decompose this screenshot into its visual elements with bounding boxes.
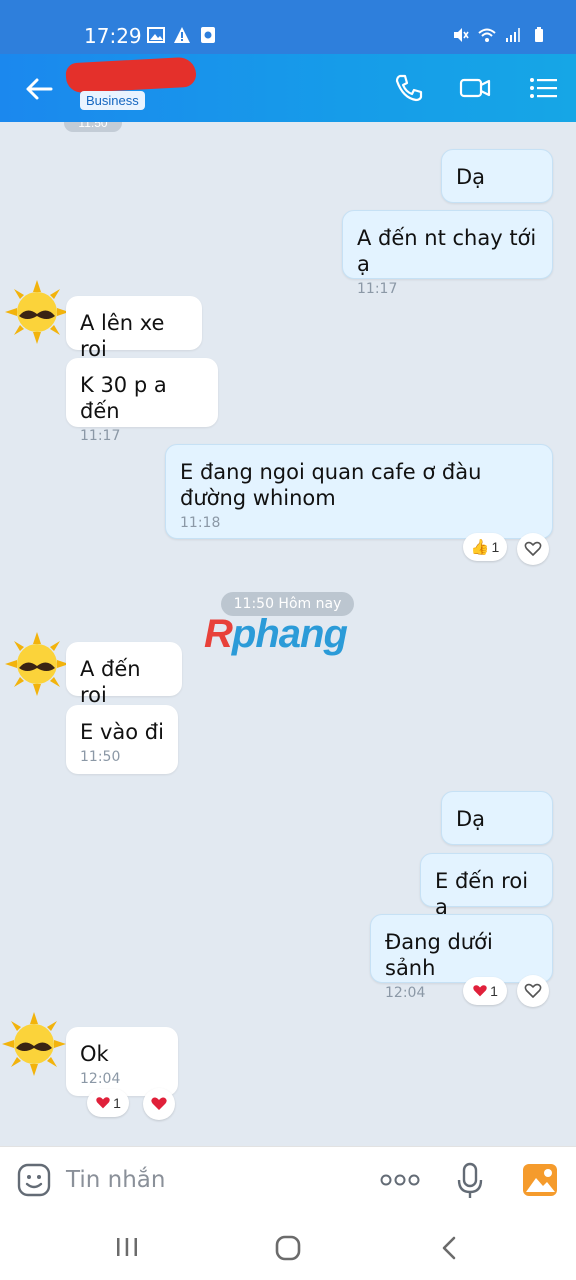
business-badge: Business (80, 91, 145, 110)
sun-mustache-avatar[interactable] (5, 280, 69, 344)
heart-icon (151, 1097, 167, 1110)
message-bubble-outgoing[interactable]: E đang ngoi quan cafe ơ đàu đường whinom… (165, 444, 553, 539)
message-bubble-outgoing[interactable]: Đang dưới sảnh 12:04 (370, 914, 553, 1001)
chat-header: Business (0, 54, 576, 122)
sun-mustache-avatar[interactable] (2, 1012, 66, 1076)
message-bubble-incoming[interactable]: A lên xe roi (66, 296, 202, 361)
more-options-icon[interactable] (380, 1173, 420, 1187)
thumbs-up-icon: 👍 (470, 539, 490, 556)
mute-icon (454, 28, 469, 42)
sticker-emoji-icon[interactable] (17, 1163, 51, 1197)
message-input-bar: Tin nhắn (0, 1146, 576, 1215)
message-text: E đang ngoi quan cafe ơ đàu đường whinom (180, 460, 482, 510)
add-reaction-button[interactable] (517, 975, 549, 1007)
message-bubble-outgoing[interactable]: Dạ (441, 149, 553, 203)
message-time: 12:04 (385, 985, 426, 1001)
signal-icon (506, 28, 520, 42)
reaction-summary[interactable]: 1 (463, 977, 507, 1005)
heart-outline-icon (524, 541, 542, 556)
message-bubble-incoming[interactable]: A đến roi (66, 642, 182, 707)
message-text: Đang dưới sảnh (385, 930, 493, 980)
message-text: E vào đi (80, 720, 164, 744)
reaction-count: 1 (491, 539, 500, 555)
chat-area[interactable]: 11:50 Dạ A đến nt chay tới ạ 11:17 A lên… (0, 122, 576, 1146)
sun-mustache-avatar[interactable] (5, 632, 69, 696)
back-arrow-icon[interactable] (22, 72, 56, 106)
heart-icon (96, 1097, 110, 1109)
watermark-logo: Rphang (204, 612, 348, 656)
phone-call-icon[interactable] (393, 72, 425, 104)
message-bubble-outgoing[interactable]: E đến roi a (420, 853, 553, 919)
message-text: A lên xe roi (80, 311, 165, 361)
reaction-summary[interactable]: 1 (87, 1089, 129, 1117)
battery-icon (535, 27, 543, 42)
home-icon[interactable] (275, 1235, 301, 1261)
message-text: E đến roi a (435, 869, 529, 919)
warning-icon (174, 27, 190, 43)
time-pill: 11:50 (64, 122, 122, 132)
message-text: Dạ (456, 807, 486, 831)
contact-name-redacted[interactable] (65, 56, 197, 94)
app-notification-icon (201, 27, 215, 43)
back-nav-icon[interactable] (439, 1235, 459, 1261)
add-reaction-button[interactable] (517, 533, 549, 565)
my-reaction-button[interactable] (143, 1088, 175, 1120)
message-bubble-incoming[interactable]: K 30 p a đến 11:17 (66, 358, 218, 444)
video-call-icon[interactable] (459, 72, 491, 104)
message-time: 11:18 (180, 515, 221, 531)
heart-outline-icon (524, 983, 542, 998)
message-time: 11:17 (80, 428, 121, 444)
gallery-notification-icon (147, 27, 165, 43)
recent-apps-icon[interactable] (115, 1236, 139, 1258)
menu-list-icon[interactable] (527, 72, 559, 104)
heart-icon (473, 985, 487, 997)
reaction-count: 1 (490, 983, 498, 999)
system-navigation-bar (0, 1214, 576, 1280)
status-time: 17:29 (84, 24, 142, 48)
message-text: A đến nt chay tới ạ (357, 226, 537, 276)
message-text: Dạ (456, 165, 486, 189)
microphone-icon[interactable] (457, 1162, 483, 1200)
photo-gallery-icon[interactable] (522, 1163, 558, 1197)
wifi-icon (478, 28, 496, 42)
message-bubble-outgoing[interactable]: Dạ (441, 791, 553, 845)
status-bar: 17:29 (0, 0, 576, 54)
message-time: 11:50 (80, 749, 121, 765)
message-input[interactable]: Tin nhắn (66, 1167, 165, 1193)
message-text: K 30 p a đến (80, 373, 167, 423)
message-bubble-incoming[interactable]: E vào đi 11:50 (66, 705, 178, 774)
reaction-summary[interactable]: 👍 1 (463, 533, 507, 561)
reaction-count: 1 (113, 1095, 121, 1111)
message-bubble-outgoing[interactable]: A đến nt chay tới ạ 11:17 (342, 210, 553, 297)
message-text: Ok (80, 1042, 109, 1066)
message-bubble-incoming[interactable]: Ok 12:04 (66, 1027, 178, 1096)
message-time: 12:04 (80, 1071, 121, 1087)
message-time: 11:17 (357, 281, 398, 297)
message-text: A đến roi (80, 657, 141, 707)
